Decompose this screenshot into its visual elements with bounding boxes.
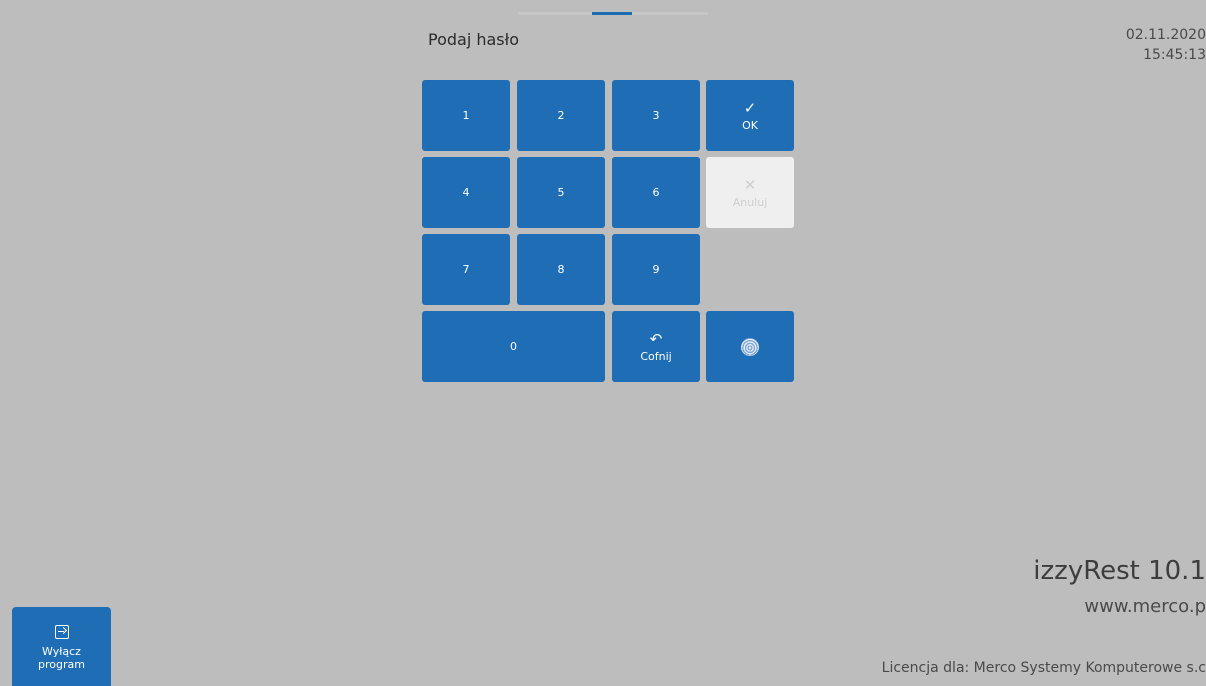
key-3-label: 3 — [652, 109, 660, 122]
product-name: izzyRest 10.1 — [1033, 556, 1206, 586]
key-5[interactable]: 5 — [517, 157, 605, 228]
fingerprint-icon — [741, 337, 759, 356]
exit-icon — [54, 625, 69, 639]
date-text: 02.11.2020 — [1125, 27, 1206, 43]
close-icon: ✕ — [743, 175, 757, 194]
back-label: Cofnij — [640, 349, 672, 363]
website-link: www.merco.p — [1084, 596, 1206, 617]
datetime: 02.11.2020 15:45:13 — [1126, 25, 1206, 65]
password-prompt: Podaj hasło — [428, 30, 519, 49]
back-button[interactable]: ↶ Cofnij — [612, 311, 700, 382]
ok-label: OK — [742, 118, 758, 132]
cancel-label: Anuluj — [732, 195, 768, 209]
exit-program-button[interactable]: Wyłącz program — [12, 607, 111, 686]
progress-indicator — [592, 12, 632, 15]
ok-button[interactable]: ✓ OK — [706, 80, 794, 151]
key-4[interactable]: 4 — [422, 157, 510, 228]
key-4-label: 4 — [462, 186, 470, 199]
key-9[interactable]: 9 — [612, 234, 700, 305]
license-text: Licencja dla: Merco Systemy Komputerowe … — [881, 660, 1206, 676]
login-screen: Podaj hasło 02.11.2020 15:45:13 1 2 3 ✓ … — [0, 0, 1206, 686]
fingerprint-button[interactable] — [706, 311, 794, 382]
key-9-label: 9 — [652, 263, 660, 276]
key-7-label: 7 — [462, 263, 470, 276]
check-icon: ✓ — [743, 98, 757, 117]
key-1[interactable]: 1 — [422, 80, 510, 151]
key-3[interactable]: 3 — [612, 80, 700, 151]
key-8[interactable]: 8 — [517, 234, 605, 305]
exit-label-line2: program — [38, 658, 85, 671]
key-2[interactable]: 2 — [517, 80, 605, 151]
key-5-label: 5 — [557, 186, 565, 199]
undo-icon: ↶ — [649, 329, 663, 348]
key-8-label: 8 — [557, 263, 565, 276]
cancel-button[interactable]: ✕ Anuluj — [706, 157, 794, 228]
key-7[interactable]: 7 — [422, 234, 510, 305]
key-1-label: 1 — [462, 109, 470, 122]
key-0-label: 0 — [510, 340, 517, 353]
exit-label-line1: Wyłącz — [42, 645, 81, 658]
key-0[interactable]: 0 — [422, 311, 605, 382]
key-6-label: 6 — [652, 186, 660, 199]
key-6[interactable]: 6 — [612, 157, 700, 228]
key-2-label: 2 — [557, 109, 565, 122]
time-text: 15:45:13 — [1143, 47, 1206, 63]
